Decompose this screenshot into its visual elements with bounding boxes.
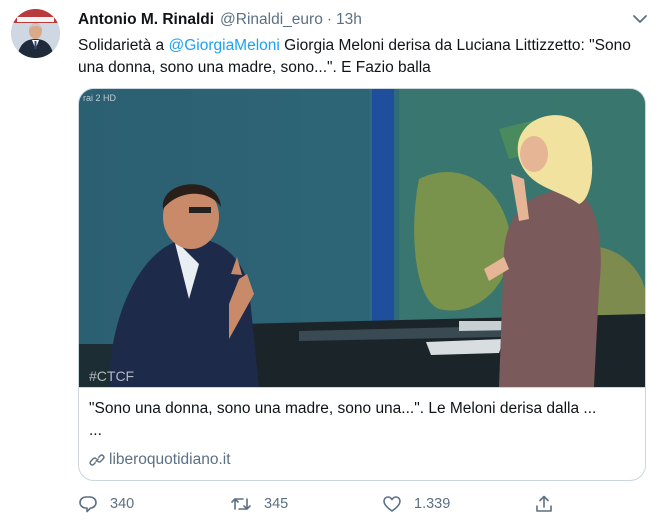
card-video-thumbnail[interactable]: #CTCF rai 2 HD (79, 89, 645, 388)
like-button[interactable]: 1.339 (382, 494, 450, 514)
retweet-button[interactable]: 345 (230, 494, 288, 514)
tweet-text-before: Solidarietà a (78, 37, 169, 54)
link-card[interactable]: #CTCF rai 2 HD "Sono una donna, sono una… (78, 88, 646, 481)
separator-dot: · (326, 11, 332, 28)
share-icon (536, 495, 552, 512)
reply-count: 340 (110, 496, 135, 512)
like-icon (383, 496, 401, 512)
avatar[interactable] (11, 9, 60, 58)
author-name[interactable]: Antonio M. Rinaldi (78, 11, 214, 29)
chevron-down-icon[interactable] (630, 11, 650, 27)
tweet[interactable]: Antonio M. Rinaldi @Rinaldi_euro · 13h S… (0, 0, 658, 525)
retweet-icon (231, 498, 251, 510)
reply-icon (79, 496, 97, 513)
like-count: 1.339 (414, 496, 451, 512)
share-button[interactable] (534, 494, 566, 514)
tweet-timestamp[interactable]: 13h (336, 11, 362, 29)
video-hashtag-overlay: #CTCF (89, 368, 134, 384)
card-description: ... (89, 422, 102, 439)
link-icon (89, 454, 105, 466)
card-domain-text: liberoquotidiano.it (109, 451, 231, 468)
author-handle[interactable]: @Rinaldi_euro (220, 11, 323, 29)
reply-button[interactable]: 340 (78, 494, 134, 514)
retweet-count: 345 (264, 496, 289, 512)
card-title: "Sono una donna, sono una madre, sono un… (89, 400, 597, 417)
card-domain: liberoquotidiano.it (89, 449, 231, 471)
avatar-image (11, 9, 60, 58)
tweet-header: Antonio M. Rinaldi @Rinaldi_euro · 13h (78, 9, 362, 31)
tweet-actions: 340 345 1.339 (78, 494, 558, 516)
channel-logo: rai 2 HD (83, 93, 117, 103)
tweet-text: Solidarietà a @GiorgiaMeloni Giorgia Mel… (78, 35, 643, 79)
mention-link[interactable]: @GiorgiaMeloni (168, 37, 279, 54)
